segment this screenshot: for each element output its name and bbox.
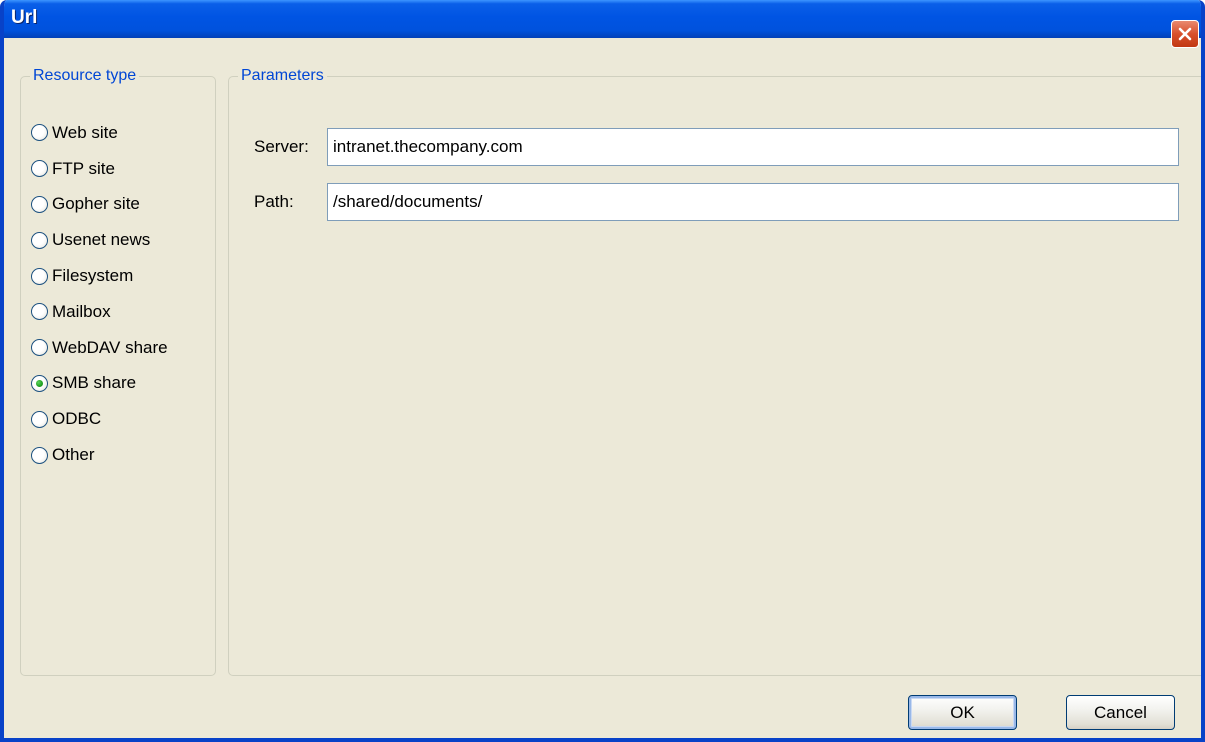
- radio-usenet-news[interactable]: Usenet news: [31, 222, 168, 258]
- radio-label: FTP site: [52, 158, 115, 178]
- radio-mailbox[interactable]: Mailbox: [31, 294, 168, 330]
- cancel-button[interactable]: Cancel: [1066, 695, 1175, 730]
- window-title: Url: [11, 7, 38, 28]
- radio-label: Mailbox: [52, 301, 111, 321]
- resource-type-list: Web site FTP site Gopher site Usenet new…: [31, 115, 168, 473]
- radio-gopher-site[interactable]: Gopher site: [31, 187, 168, 223]
- radio-label: Other: [52, 445, 95, 465]
- title-bar[interactable]: Url: [4, 0, 1201, 38]
- server-label: Server:: [254, 137, 309, 156]
- radio-button-icon[interactable]: [31, 303, 48, 321]
- radio-label: SMB share: [52, 373, 137, 393]
- radio-label: Web site: [52, 122, 118, 142]
- radio-filesystem[interactable]: Filesystem: [31, 258, 168, 294]
- path-input[interactable]: [327, 183, 1179, 221]
- url-dialog: Url Resource type Web site FTP site Goph…: [0, 0, 1205, 742]
- radio-button-icon[interactable]: [31, 410, 48, 428]
- radio-label: Filesystem: [52, 266, 134, 286]
- radio-web-site[interactable]: Web site: [31, 115, 168, 151]
- radio-label: ODBC: [52, 409, 102, 429]
- radio-button-icon[interactable]: [31, 124, 48, 142]
- radio-label: Usenet news: [52, 230, 151, 250]
- radio-odbc[interactable]: ODBC: [31, 401, 168, 437]
- radio-button-icon[interactable]: [31, 195, 48, 213]
- radio-webdav-share[interactable]: WebDAV share: [31, 330, 168, 366]
- radio-button-icon[interactable]: [31, 267, 48, 285]
- ok-button[interactable]: OK: [908, 695, 1017, 730]
- close-icon: [1178, 27, 1192, 41]
- radio-button-icon[interactable]: [31, 160, 48, 178]
- radio-button-icon[interactable]: [31, 339, 48, 357]
- radio-ftp-site[interactable]: FTP site: [31, 151, 168, 187]
- close-button[interactable]: [1171, 20, 1199, 48]
- server-input[interactable]: [327, 128, 1179, 166]
- resource-type-legend: Resource type: [33, 67, 137, 84]
- path-label: Path:: [254, 192, 294, 211]
- radio-label: Gopher site: [52, 194, 140, 214]
- radio-label: WebDAV share: [52, 337, 168, 357]
- radio-button-checked-icon[interactable]: [31, 374, 48, 392]
- radio-button-icon[interactable]: [31, 446, 48, 464]
- parameters-group: Parameters Server: Path:: [228, 67, 1201, 676]
- resource-type-group: Resource type Web site FTP site Gopher s…: [20, 67, 216, 676]
- radio-smb-share[interactable]: SMB share: [31, 366, 168, 402]
- parameters-legend: Parameters: [241, 67, 324, 84]
- radio-other[interactable]: Other: [31, 437, 168, 473]
- radio-button-icon[interactable]: [31, 231, 48, 249]
